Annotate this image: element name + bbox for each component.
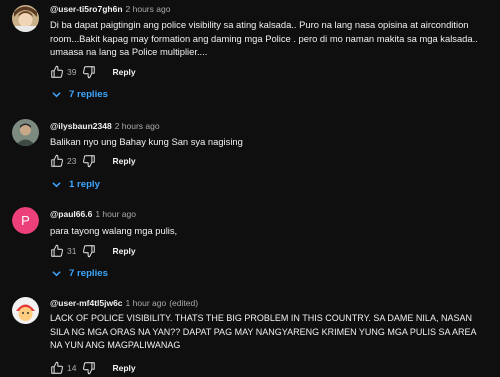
edited-label: (edited)	[169, 298, 199, 308]
thumbs-down-icon[interactable]	[82, 361, 96, 375]
thumbs-up-icon[interactable]	[50, 154, 64, 168]
thumbs-up-icon[interactable]	[50, 244, 64, 258]
comment-text: para tayong walang mga pulis,	[50, 225, 178, 236]
like-count: 23	[67, 156, 77, 166]
chevron-down-icon	[52, 271, 61, 277]
comment-author[interactable]: @user-ti5ro7gh6n	[50, 4, 123, 14]
chevron-down-icon	[52, 92, 61, 98]
avatar[interactable]	[12, 119, 39, 146]
avatar[interactable]	[12, 297, 39, 324]
comment-time[interactable]: 1 hour ago	[126, 298, 167, 308]
thumbs-down-icon[interactable]	[82, 244, 96, 258]
comment-time[interactable]: 1 hour ago	[95, 209, 136, 219]
anime-character-avatar-icon	[12, 5, 39, 32]
comment-actions: 31 Reply	[50, 243, 136, 259]
avatar[interactable]	[12, 5, 39, 32]
thumbs-up-icon[interactable]	[50, 361, 64, 375]
comment-actions: 23 Reply	[50, 153, 136, 169]
comment-text: Balikan nyo ung Bahay kung San sya nagis…	[50, 136, 243, 147]
view-replies-button[interactable]: 7 replies	[52, 89, 108, 100]
reply-button[interactable]: Reply	[112, 156, 135, 166]
cartoon-face-avatar-icon	[12, 297, 39, 324]
avatar-letter: P	[21, 213, 30, 228]
comment-actions: 39 Reply	[50, 64, 136, 80]
replies-count: 7 replies	[69, 268, 108, 279]
comment-meta: @ilysbaun2348 2 hours ago	[50, 121, 160, 132]
comment-meta: @paul66.6 1 hour ago	[50, 209, 136, 220]
chevron-down-icon	[52, 182, 61, 188]
comment-author[interactable]: @paul66.6	[50, 209, 92, 219]
comment-meta: @user-mf4tl5jw6c 1 hour ago (edited)	[50, 298, 198, 309]
avatar[interactable]: P	[12, 207, 39, 234]
comment-author[interactable]: @user-mf4tl5jw6c	[50, 298, 123, 308]
reply-button[interactable]: Reply	[112, 246, 135, 256]
person-photo-avatar-icon	[12, 119, 39, 146]
reply-button[interactable]: Reply	[112, 67, 135, 77]
thumbs-up-icon[interactable]	[50, 65, 64, 79]
comment-author[interactable]: @ilysbaun2348	[50, 121, 112, 131]
comment-text: Di ba dapat paigtingin ang police visibi…	[50, 19, 478, 57]
reply-button[interactable]: Reply	[112, 363, 135, 373]
like-count: 39	[67, 67, 77, 77]
comment-text: LACK OF POLICE VISIBILITY. THATS THE BIG…	[50, 313, 476, 350]
replies-count: 1 reply	[69, 179, 100, 190]
thumbs-down-icon[interactable]	[82, 65, 96, 79]
view-replies-button[interactable]: 7 replies	[52, 268, 108, 279]
comment-time[interactable]: 2 hours ago	[126, 4, 171, 14]
comment-meta: @user-ti5ro7gh6n 2 hours ago	[50, 4, 170, 15]
like-count: 31	[67, 246, 77, 256]
view-replies-button[interactable]: 1 reply	[52, 179, 100, 190]
replies-count: 7 replies	[69, 89, 108, 100]
comment-time[interactable]: 2 hours ago	[115, 121, 160, 131]
thumbs-down-icon[interactable]	[82, 154, 96, 168]
comment-actions: 14 Reply	[50, 360, 136, 376]
like-count: 14	[67, 363, 77, 373]
